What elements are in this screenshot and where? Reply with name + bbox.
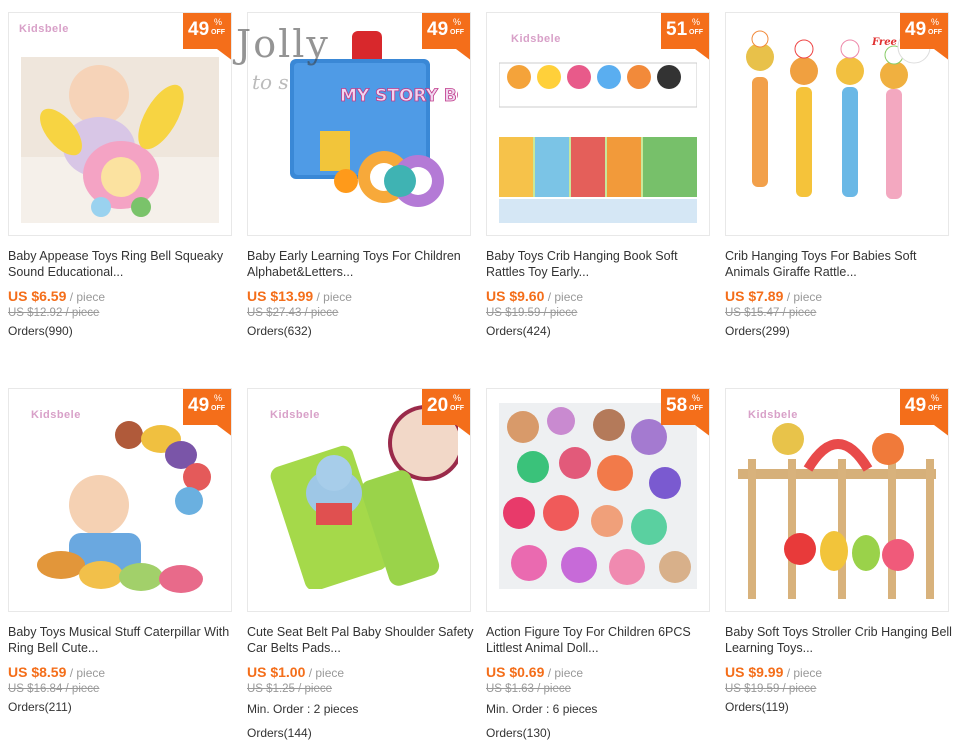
discount-off: OFF (450, 29, 464, 36)
product-title[interactable]: Baby Soft Toys Stroller Crib Hanging Bel… (725, 624, 955, 656)
watermark-sub: to s (252, 70, 289, 94)
discount-percent: % (214, 17, 223, 27)
discount-off: OFF (689, 405, 703, 412)
discount-value: 49 (427, 19, 449, 40)
orders-count: Orders(144) (247, 726, 312, 740)
discount-badge: 49 % OFF (422, 13, 470, 61)
crib-book-photo (499, 62, 697, 223)
discount-off: OFF (211, 29, 225, 36)
price-line: US $0.69 / piece (486, 664, 583, 680)
price-unit: / piece (316, 290, 352, 304)
product-image[interactable]: Kidsbele 51 % OFF (486, 12, 710, 236)
caterpillar-photo (37, 421, 211, 593)
discount-percent: % (453, 17, 462, 27)
orders-count: Orders(299) (725, 324, 790, 338)
discount-badge: 20 % OFF (422, 389, 470, 437)
original-price: US $27.43 / piece (247, 307, 339, 319)
discount-percent: % (931, 393, 940, 403)
discount-badge: 49 % OFF (900, 389, 948, 437)
product-image[interactable]: Kidsbele 49 % OFF (8, 12, 232, 236)
price-line: US $13.99 / piece (247, 288, 352, 304)
discount-badge: 49 % OFF (900, 13, 948, 61)
original-price: US $12.92 / piece (8, 307, 100, 319)
price-unit: / piece (547, 290, 584, 304)
price: US $13.99 (247, 288, 314, 304)
product-title[interactable]: Baby Early Learning Toys For Children Al… (247, 248, 477, 280)
discount-off: OFF (928, 405, 942, 412)
price: US $9.99 (725, 664, 784, 680)
product-title[interactable]: Action Figure Toy For Children 6PCS Litt… (486, 624, 716, 656)
discount-value: 49 (905, 19, 927, 40)
price: US $0.69 (486, 664, 545, 680)
discount-badge: 51 % OFF (661, 13, 709, 61)
discount-badge: 58 % OFF (661, 389, 709, 437)
original-price: US $1.25 / piece (247, 683, 333, 695)
baby-plush-photo (21, 57, 219, 223)
orders-count: Orders(990) (8, 324, 73, 338)
book-title-text: MY STORY BOOK (340, 86, 458, 106)
discount-value: 20 (427, 395, 449, 416)
price: US $1.00 (247, 664, 306, 680)
product-title[interactable]: Baby Appease Toys Ring Bell Squeaky Soun… (8, 248, 238, 280)
product-image[interactable]: 58 % OFF (486, 388, 710, 612)
product-title[interactable]: Cute Seat Belt Pal Baby Shoulder Safety … (247, 624, 477, 656)
discount-value: 51 (666, 19, 688, 40)
price-line: US $6.59 / piece (8, 288, 105, 304)
price-line: US $8.59 / piece (8, 664, 105, 680)
min-order: Min. Order : 6 pieces (486, 702, 598, 716)
discount-value: 49 (188, 395, 210, 416)
price-unit: / piece (547, 666, 584, 680)
product-image[interactable]: Kidsbele 49 % OFF (8, 388, 232, 612)
discount-value: 49 (188, 19, 210, 40)
original-price: US $15.47 / piece (725, 307, 817, 319)
price-unit: / piece (308, 666, 345, 680)
discount-value: 58 (666, 395, 688, 416)
discount-percent: % (214, 393, 223, 403)
discount-percent: % (692, 17, 701, 27)
original-price: US $1.63 / piece (486, 683, 572, 695)
price-unit: / piece (786, 290, 823, 304)
discount-value: 49 (905, 395, 927, 416)
discount-off: OFF (211, 405, 225, 412)
price-line: US $7.89 / piece (725, 288, 822, 304)
discount-off: OFF (450, 405, 464, 412)
stroller-toys-photo (738, 423, 936, 599)
min-order: Min. Order : 2 pieces (247, 702, 359, 716)
product-grid: Kidsbele 49 % OFF Baby Appease Toys Ring (0, 0, 960, 744)
price-unit: / piece (69, 666, 106, 680)
price-unit: / piece (786, 666, 823, 680)
product-title[interactable]: Baby Toys Crib Hanging Book Soft Rattles… (486, 248, 716, 280)
price: US $6.59 (8, 288, 67, 304)
discount-off: OFF (928, 29, 942, 36)
discount-percent: % (453, 393, 462, 403)
price-line: US $1.00 / piece (247, 664, 344, 680)
orders-count: Orders(119) (725, 700, 789, 714)
orders-count: Orders(424) (486, 324, 551, 338)
orders-count: Orders(130) (486, 726, 551, 740)
original-price: US $16.84 / piece (8, 683, 100, 695)
original-price: US $19.59 / piece (486, 307, 578, 319)
orders-count: Orders(632) (247, 324, 312, 338)
price: US $8.59 (8, 664, 67, 680)
discount-percent: % (931, 17, 940, 27)
price: US $9.60 (486, 288, 545, 304)
product-image[interactable]: Free G 49 % OFF (725, 12, 949, 236)
product-title[interactable]: Crib Hanging Toys For Babies Soft Animal… (725, 248, 955, 280)
product-image[interactable]: Kidsbele 20 % OFF (247, 388, 471, 612)
price-line: US $9.60 / piece (486, 288, 583, 304)
discount-badge: 49 % OFF (183, 389, 231, 437)
product-title[interactable]: Baby Toys Musical Stuff Caterpillar With… (8, 624, 238, 656)
discount-off: OFF (689, 29, 703, 36)
product-image[interactable]: Kidsbele 49 % OFF (725, 388, 949, 612)
price-line: US $9.99 / piece (725, 664, 822, 680)
original-price: US $19.59 / piece (725, 683, 817, 695)
price-unit: / piece (69, 290, 106, 304)
discount-badge: 49 % OFF (183, 13, 231, 61)
brand-logo: Kidsbele (511, 33, 561, 45)
brand-logo: Kidsbele (19, 23, 69, 35)
orders-count: Orders(211) (8, 700, 72, 714)
discount-percent: % (692, 393, 701, 403)
price: US $7.89 (725, 288, 784, 304)
watermark: Jolly (236, 22, 330, 66)
